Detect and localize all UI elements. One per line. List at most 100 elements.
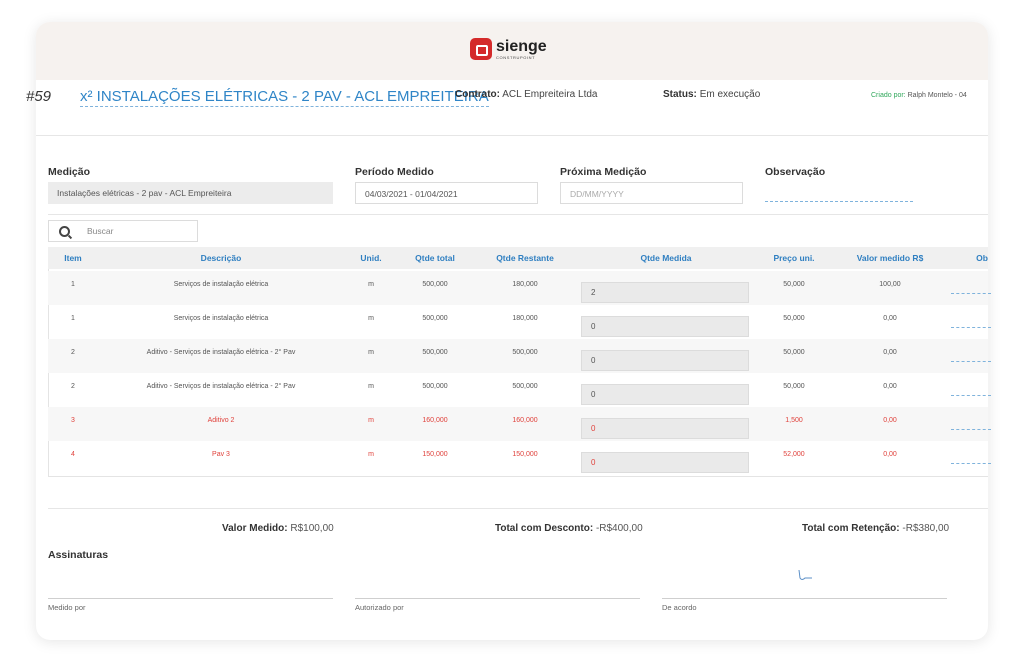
cell-total: 500,000	[422, 281, 448, 288]
table-row: 2 Aditivo - Serviços de instalação elétri…	[48, 339, 991, 373]
cell-total: 500,000	[422, 383, 448, 390]
qtde-medida-input[interactable]: 0	[581, 418, 749, 439]
cell-preco: 50,000	[783, 281, 805, 288]
created-by-label: Criado por:	[871, 92, 906, 99]
observation-field[interactable]	[951, 429, 991, 430]
cell-item: 1	[71, 315, 75, 322]
sienge-logo-icon	[470, 38, 492, 60]
signature-line-acordo	[662, 598, 947, 599]
cell-restante: 150,000	[512, 451, 538, 458]
observation-field[interactable]	[951, 395, 991, 396]
col-valor[interactable]: Valor medido R$	[857, 253, 924, 263]
col-item[interactable]: Item	[64, 253, 81, 263]
cell-preco: 50,000	[783, 349, 805, 356]
total-retencao: Total com Retenção: -R$380,00	[802, 523, 949, 534]
total-retencao-label: Total com Retenção:	[802, 523, 900, 534]
cell-unid: m	[368, 281, 374, 288]
observation-field[interactable]	[951, 361, 991, 362]
cell-valor: 0,00	[883, 315, 897, 322]
signature-line-autorizado	[355, 598, 640, 599]
col-qtde-restante[interactable]: Qtde Restante	[496, 253, 554, 263]
total-retencao-value: -R$380,00	[902, 523, 950, 534]
total-desconto-value: -R$400,00	[595, 523, 643, 534]
cell-unid: m	[368, 349, 374, 356]
contract-label: Contrato:	[455, 89, 500, 100]
cell-unid: m	[368, 315, 374, 322]
total-desconto-label: Total com Desconto:	[495, 523, 594, 534]
cell-valor: 0,00	[883, 417, 897, 424]
cell-desc: Pav 3	[212, 451, 230, 458]
observacao-label: Observação	[765, 166, 826, 178]
sienge-logo[interactable]: sienge CONSTRUPOINT	[470, 38, 547, 60]
cell-desc: Serviços de instalação elétrica	[173, 315, 269, 322]
status-label: Status:	[663, 89, 697, 100]
qtde-medida-input[interactable]: 0	[581, 452, 749, 473]
observation-field[interactable]	[951, 293, 991, 294]
contract-info: Contrato: ACL Empreiteira Ltda	[455, 89, 597, 100]
search-box[interactable]: Buscar	[48, 220, 198, 242]
signature-scribble	[798, 569, 812, 580]
proxima-date-input[interactable]: DD/MM/YYYY	[560, 182, 743, 204]
page-title[interactable]: x² INSTALAÇÕES ELÉTRICAS - 2 PAV - ACL E…	[80, 88, 489, 107]
col-descricao[interactable]: Descrição	[201, 253, 242, 263]
measurement-code: #59	[26, 88, 52, 105]
status-value: Em execução	[699, 89, 761, 100]
cell-item: 2	[71, 349, 75, 356]
cell-total: 160,000	[422, 417, 448, 424]
cell-preco: 50,000	[783, 383, 805, 390]
cell-valor: 0,00	[883, 451, 897, 458]
de-acordo-label: De acordo	[662, 603, 697, 612]
cell-unid: m	[368, 451, 374, 458]
col-preco[interactable]: Preço uni.	[773, 253, 814, 263]
observation-field[interactable]	[951, 327, 991, 328]
medido-por-label: Medido por	[48, 603, 86, 612]
cell-preco: 52,000	[783, 451, 805, 458]
table-row: 1 Serviços de instalação elétrica m 500,000…	[48, 271, 991, 305]
search-input[interactable]: Buscar	[87, 226, 113, 236]
observacao-field[interactable]	[765, 200, 913, 202]
cell-item: 2	[71, 383, 75, 390]
valor-medido-label: Valor Medido:	[222, 523, 288, 534]
signatures-title: Assinaturas	[48, 549, 109, 561]
cell-desc: Serviços de instalação elétrica	[173, 281, 269, 288]
cell-restante: 500,000	[512, 383, 538, 390]
col-unid[interactable]: Unid.	[360, 253, 381, 263]
periodo-field[interactable]: 04/03/2021 - 01/04/2021	[355, 182, 538, 204]
search-icon	[59, 226, 70, 237]
autorizado-por-label: Autorizado por	[355, 603, 404, 612]
cell-preco: 50,000	[783, 315, 805, 322]
top-bar: sienge CONSTRUPOINT	[36, 22, 988, 80]
periodo-label: Período Medido	[355, 166, 434, 178]
totals-divider	[48, 508, 988, 509]
brand-name: sienge	[496, 37, 547, 55]
valor-medido-value: R$100,00	[290, 523, 334, 534]
cell-valor: 100,00	[879, 281, 901, 288]
qtde-medida-input[interactable]: 0	[581, 316, 749, 337]
status-info: Status: Em execução	[663, 89, 760, 100]
table-row: 4 Pav 3 m 150,000 150,000 52,000 0,00 0	[48, 441, 991, 475]
qtde-medida-input[interactable]: 2	[581, 282, 749, 303]
table-row: 1 Serviços de instalação elétrica m 500,000…	[48, 305, 991, 339]
cell-desc: Aditivo 2	[207, 417, 235, 424]
cell-item: 3	[71, 417, 75, 424]
proxima-label: Próxima Medição	[560, 166, 647, 178]
cell-desc: Aditivo - Serviços de instalação elétric…	[146, 349, 296, 356]
signature-line-medido	[48, 598, 333, 599]
cell-restante: 180,000	[512, 315, 538, 322]
cell-item: 4	[71, 451, 75, 458]
table-row: 3 Aditivo 2 m 160,000 160,000 1,500 0,00 0	[48, 407, 991, 441]
table-row: 2 Aditivo - Serviços de instalação elétri…	[48, 373, 991, 407]
header-divider	[36, 135, 988, 136]
col-qtde-total[interactable]: Qtde total	[415, 253, 455, 263]
cell-total: 500,000	[422, 349, 448, 356]
table-header: Item Descrição Unid. Qtde total Qtde Res…	[48, 247, 988, 269]
qtde-medida-input[interactable]: 0	[581, 384, 749, 405]
observation-field[interactable]	[951, 463, 991, 464]
col-obs[interactable]: Ob	[976, 253, 988, 263]
qtde-medida-input[interactable]: 0	[581, 350, 749, 371]
cell-item: 1	[71, 281, 75, 288]
contract-value: ACL Empreiteira Ltda	[502, 89, 598, 100]
created-by: Criado por: Ralph Montelo - 04	[871, 92, 967, 99]
cell-unid: m	[368, 383, 374, 390]
col-qtde-medida[interactable]: Qtde Medida	[640, 253, 691, 263]
